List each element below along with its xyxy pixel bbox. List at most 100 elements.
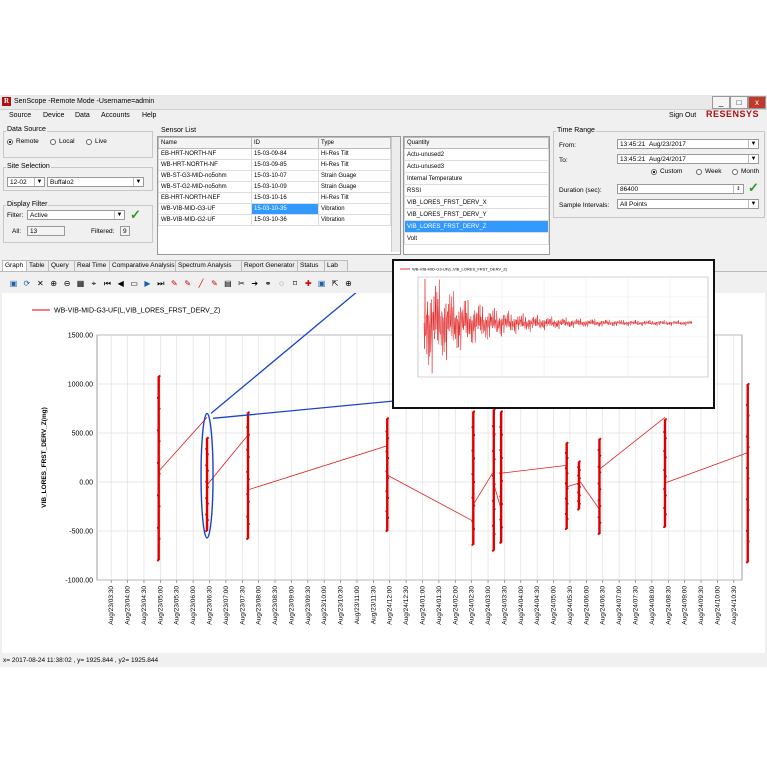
chart-icon[interactable]: ▤ [223,279,232,288]
maximize-button[interactable]: □ [730,96,748,109]
arrow-icon[interactable]: ➔ [250,279,259,288]
save-icon[interactable]: ▣ [317,279,326,288]
cursor-icon[interactable]: ⌖ [89,279,98,288]
column-header-id[interactable]: ID [251,137,319,149]
tab-report-generator[interactable]: Report Generator [241,260,301,271]
data-point [205,464,208,467]
quantity-row[interactable]: VIB_LORES_FRST_DERV_X [404,196,549,209]
menu-data[interactable]: Data [75,112,90,119]
data-point [471,496,474,499]
menu-help[interactable]: Help [142,112,156,119]
quantity-row[interactable]: Actu-unused2 [404,148,549,161]
data-point [206,486,209,489]
apply-duration-check-icon[interactable]: ✓ [748,180,759,196]
site-code-select[interactable]: 12-02 ▼ [7,177,45,187]
link-icon[interactable]: ⚭ [264,279,273,288]
tab-comparative-analysis[interactable]: Comparative Analysis [109,260,179,271]
sign-out-link[interactable]: Sign Out [669,112,696,119]
sensor-row[interactable]: WB-HRT-NORTH-NF 15-03-09-85 Hi-Res Tilt [158,159,391,171]
close-icon[interactable]: ✕ [36,279,45,288]
lasso-icon[interactable]: ◌ [277,279,286,288]
radio-week[interactable] [696,169,702,175]
tab-spectrum-analysis[interactable]: Spectrum Analysis [175,260,245,271]
sensor-row[interactable]: WB-VIB-MID-G2-UF 15-03-10-36 Vibration [158,214,391,226]
menu-accounts[interactable]: Accounts [101,112,130,119]
site-name-select[interactable]: Buffalo2 ▼ [47,177,144,187]
data-point [745,498,749,501]
sensor-row[interactable]: WB-ST-G3-MID-no5ohm 15-03-10-07 Strain Gua… [158,170,391,182]
radio-month[interactable] [732,169,738,175]
back-icon[interactable]: ◀ [116,279,125,288]
pen-icon[interactable]: ✎ [170,279,179,288]
data-point [598,493,601,496]
quantity-row[interactable]: RSSI [404,184,549,197]
data-point [386,437,390,440]
menu-source[interactable]: Source [9,112,31,119]
filter-select[interactable]: Active ▼ [27,210,125,220]
radio-custom[interactable] [651,169,657,175]
sensor-list-table: Name ID Type EB-HRT-NORTH-NF 15-03-09-84 H… [157,136,401,255]
last-icon[interactable]: ⏭ [156,279,165,288]
sensor-row[interactable]: EB-HRT-NORTH-NEF 15-03-10-16 Hi-Res Tilt [158,192,391,204]
minimize-button[interactable]: _ [712,96,730,109]
save-icon[interactable]: ▣ [9,279,18,288]
display-filter-label: Display Filter [6,201,49,208]
apply-filter-check-icon[interactable]: ✓ [130,207,141,223]
data-point [597,516,600,519]
export-icon[interactable]: ⇱ [331,279,340,288]
pen-icon[interactable]: ✎ [210,279,219,288]
screen-icon[interactable]: ▭ [130,279,139,288]
quantity-row[interactable]: Actu-unused3 [404,160,549,173]
add-icon[interactable]: ⊕ [344,279,353,288]
filtered-count-label: Filtered: [91,228,115,235]
close-button[interactable]: x [748,96,766,109]
sensor-row[interactable]: EB-HRT-NORTH-NF 15-03-09-84 Hi-Res Tilt [158,148,391,160]
cut-icon[interactable]: ✂ [237,279,246,288]
data-point [158,407,161,410]
sensor-id-cell: 15-03-10-35 [251,203,319,215]
sample-intervals-label: Sample Intervals: [559,202,610,209]
data-point [500,456,504,459]
color-icon[interactable]: ▦ [76,279,85,288]
radio-remote[interactable] [7,139,13,145]
zoom-out-icon[interactable]: ⊖ [63,279,72,288]
data-point [157,450,160,454]
column-header-type[interactable]: Type [318,137,391,149]
to-datetime-picker[interactable]: 13:45:21 Aug/24/2017 ▼ [617,154,759,164]
play-icon[interactable]: ▶ [143,279,152,288]
zoom-in-icon[interactable]: ⊕ [49,279,58,288]
radio-local[interactable] [50,139,56,145]
data-point [472,465,475,468]
duration-input[interactable]: 86400 ⇕ [617,184,744,194]
tab-real-time[interactable]: Real Time [74,260,113,271]
all-count-value: 13 [27,226,65,236]
sensor-row[interactable]: WB-ST-G2-MID-no5ohm 15-03-10-09 Strain Gua… [158,181,391,193]
pen-icon[interactable]: ✎ [183,279,192,288]
x-tick-label: Aug/24/02:30 [469,586,476,625]
quantity-row[interactable]: VIB_LORES_FRST_DERV_Y [404,208,549,221]
x-tick-label: Aug/23/06:00 [190,586,197,625]
sensor-row[interactable]: WB-VIB-MID-G3-UF 15-03-10-35 Vibration [158,203,391,215]
column-header-name[interactable]: Name [158,137,252,149]
pin-icon[interactable]: ✚ [304,279,313,288]
quantity-row[interactable]: Internal Temperature [404,172,549,185]
quantity-item: VIB_LORES_FRST_DERV_Z [404,220,549,233]
data-point [663,449,666,453]
sensor-list-scrollbar[interactable] [391,137,400,252]
data-point [472,504,476,507]
quantity-row[interactable]: VIB_LORES_FRST_DERV_Z [404,220,549,233]
refresh-icon[interactable]: ⟳ [22,279,31,288]
radio-live[interactable] [86,139,92,145]
quantity-row[interactable]: Volt [404,232,549,245]
data-point [385,430,388,433]
menu-device[interactable]: Device [43,112,64,119]
brand-logo: RESENSYS [706,109,760,119]
x-tick-label: Aug/24/08:00 [649,586,656,625]
tab-lab[interactable]: Lab [324,260,348,271]
from-datetime-picker[interactable]: 13:45:21 Aug/23/2017 ▼ [617,139,759,149]
marker-icon[interactable]: ⌑ [290,279,299,288]
spinner-icon[interactable]: ⇕ [733,185,743,193]
first-icon[interactable]: ⏮ [103,279,112,288]
sample-intervals-select[interactable]: All Points ▼ [617,199,759,209]
line-icon[interactable]: ╱ [197,279,206,288]
